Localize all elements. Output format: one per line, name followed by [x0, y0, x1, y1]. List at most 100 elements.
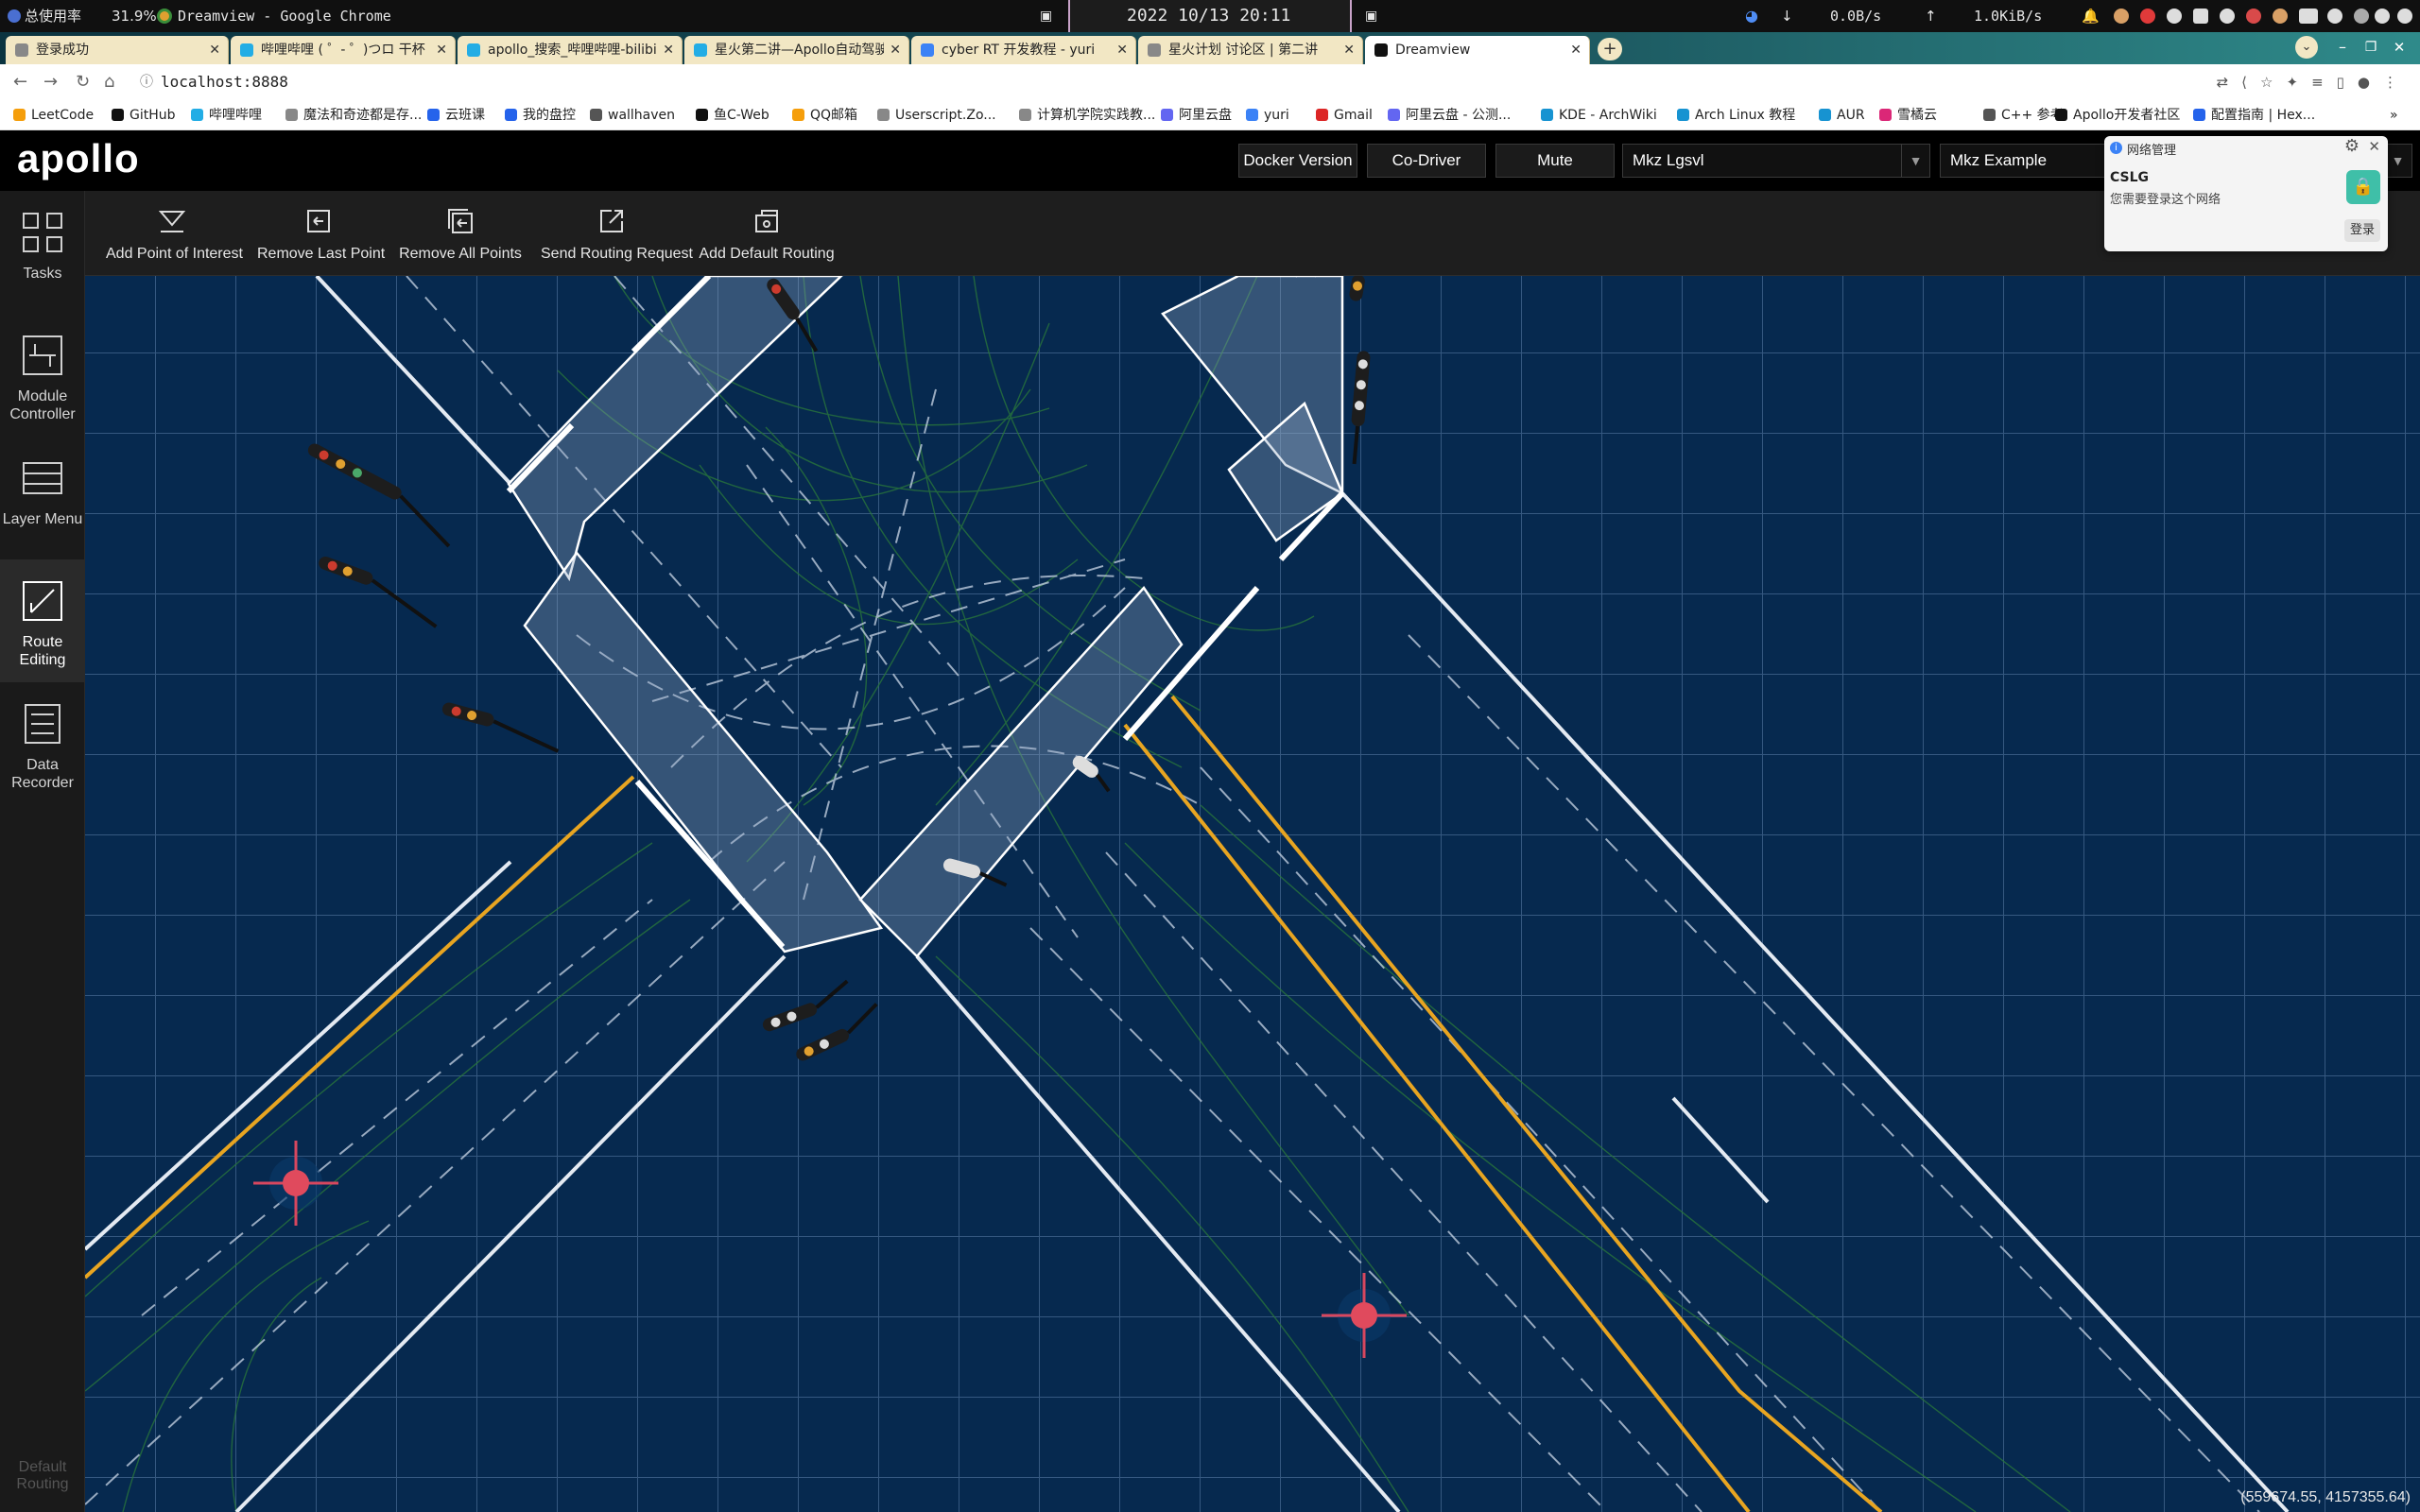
bookmark-item[interactable]: AUR	[1819, 100, 1865, 130]
tab-close-icon[interactable]: ✕	[436, 36, 447, 64]
bookmark-item[interactable]: 阿里云盘	[1161, 100, 1232, 130]
route-map-canvas[interactable]: (559674.55, 4157355.64)	[85, 276, 2420, 1512]
tab-label: 登录成功	[36, 43, 89, 58]
sidebar-item-module-controller[interactable]: Module Controller	[0, 314, 85, 437]
bookmark-item[interactable]: GitHub	[112, 100, 176, 130]
default-routing-label[interactable]: Default Routing	[0, 1459, 85, 1493]
gear-icon[interactable]: ⚙	[2344, 136, 2360, 156]
bluetooth-icon[interactable]	[2354, 9, 2369, 24]
bookmark-item[interactable]: 阿里云盘 - 公测...	[1388, 100, 1511, 130]
bookmark-item[interactable]: 计算机学院实践教...	[1019, 100, 1155, 130]
bookmark-item[interactable]: 配置指南 | Hex...	[2193, 100, 2315, 130]
tab-search-chevron-icon[interactable]: ⌄	[2295, 36, 2318, 59]
tray-stop-icon[interactable]	[2220, 9, 2235, 24]
reading-list-icon[interactable]: ≡	[2311, 74, 2337, 91]
chrome-icon	[157, 9, 172, 24]
tray-netease-icon[interactable]	[2140, 9, 2155, 24]
send-routing-request-button[interactable]: Send Routing Request	[541, 191, 693, 276]
bookmark-item[interactable]: 雪橘云	[1879, 100, 1937, 130]
bookmark-item[interactable]: KDE - ArchWiki	[1541, 100, 1657, 130]
bookmark-label: Gmail	[1334, 108, 1373, 123]
bookmark-item[interactable]: wallhaven	[590, 100, 675, 130]
bookmark-item[interactable]: Gmail	[1316, 100, 1373, 130]
volume-icon[interactable]	[2375, 9, 2390, 24]
battery-icon[interactable]	[2299, 9, 2318, 24]
sidebar-item-tasks[interactable]: Tasks	[0, 191, 85, 314]
bookmark-item[interactable]: 云班课	[427, 100, 485, 130]
bookmark-item[interactable]: yuri	[1246, 100, 1289, 130]
login-button[interactable]: 登录	[2343, 219, 2380, 242]
reload-icon[interactable]: ↻	[76, 64, 90, 100]
tray-app-icon[interactable]	[2114, 9, 2129, 24]
sidebar-item-layer-menu[interactable]: Layer Menu	[0, 437, 85, 559]
bookmark-label: 鱼C-Web	[714, 108, 769, 123]
docker-version-button[interactable]: Docker Version	[1238, 144, 1357, 178]
bookmark-item[interactable]: Arch Linux 教程	[1677, 100, 1795, 130]
sidebar-item-data-recorder[interactable]: Data Recorder	[0, 682, 85, 805]
profile-avatar-icon[interactable]: ●	[2358, 74, 2383, 91]
bookmark-item[interactable]: 魔法和奇迹都是存...	[285, 100, 422, 130]
tab-spark-forum[interactable]: 星火计划 讨论区 | 第二讲 ✕	[1138, 36, 1363, 64]
home-icon[interactable]: ⌂	[104, 64, 114, 100]
tab-close-icon[interactable]: ✕	[890, 36, 901, 64]
os-activity-label[interactable]: 总使用率	[8, 0, 81, 32]
tray-clipboard-icon[interactable]	[2193, 9, 2208, 24]
notification-bell-icon[interactable]: 🔔	[2082, 0, 2100, 32]
back-icon[interactable]: ←	[13, 64, 27, 100]
add-default-routing-button[interactable]: Add Default Routing	[698, 191, 836, 276]
wifi-icon[interactable]	[2327, 9, 2342, 24]
bookmark-item[interactable]: 哔哩哔哩	[191, 100, 262, 130]
tray-pause-icon[interactable]	[2167, 9, 2182, 24]
forward-icon[interactable]: →	[43, 64, 58, 100]
translate-icon[interactable]: ⇄	[2217, 74, 2242, 91]
close-icon[interactable]: ✕	[2368, 138, 2380, 155]
tab-close-icon[interactable]: ✕	[1343, 36, 1355, 64]
vehicle-select[interactable]: Mkz Lgsvl ▼	[1622, 144, 1930, 178]
tab-close-icon[interactable]: ✕	[1116, 36, 1128, 64]
remove-all-points-button[interactable]: Remove All Points	[399, 191, 522, 276]
new-tab-button[interactable]: +	[1598, 38, 1622, 60]
bookmark-item[interactable]: 我的盘控	[505, 100, 576, 130]
bookmark-star-icon[interactable]: ☆	[2260, 74, 2286, 91]
side-panel-icon[interactable]: ▯	[2337, 74, 2358, 91]
bookmark-favicon-icon	[1879, 109, 1892, 121]
tab-close-icon[interactable]: ✕	[663, 36, 674, 64]
maximize-icon[interactable]: ❐	[2360, 36, 2382, 59]
menu-kebab-icon[interactable]: ⋮	[2383, 74, 2411, 91]
calendar-icon[interactable]: ▣	[1040, 0, 1052, 32]
calendar-icon-right[interactable]: ▣	[1365, 0, 1377, 32]
power-icon[interactable]	[2397, 9, 2412, 24]
map-select-value: Mkz Example	[1950, 151, 2048, 169]
active-window-title[interactable]: Dreamview - Google Chrome	[157, 0, 391, 32]
bookmark-item[interactable]: 鱼C-Web	[696, 100, 769, 130]
tab-login-success[interactable]: 登录成功 ✕	[6, 36, 229, 64]
bookmark-item[interactable]: Userscript.Zo...	[877, 100, 996, 130]
tab-close-icon[interactable]: ✕	[1570, 36, 1582, 64]
bookmark-item[interactable]: LeetCode	[13, 100, 94, 130]
tray-record-icon[interactable]	[2246, 9, 2261, 24]
bookmark-item[interactable]: QQ邮箱	[792, 100, 857, 130]
add-point-of-interest-button[interactable]: Add Point of Interest	[106, 191, 243, 276]
sidebar-item-route-editing[interactable]: Route Editing	[0, 559, 85, 682]
tab-cyber-rt[interactable]: cyber RT 开发教程 - yuri ✕	[911, 36, 1136, 64]
clock-box[interactable]: 2022 10/13 20:11	[1068, 0, 1352, 32]
extensions-icon[interactable]: ✦	[2286, 74, 2311, 91]
tab-dreamview[interactable]: Dreamview ✕	[1365, 36, 1590, 64]
site-info-icon[interactable]: ⓘ	[140, 64, 153, 100]
share-icon[interactable]: ⟨	[2241, 74, 2260, 91]
tab-close-icon[interactable]: ✕	[209, 36, 220, 64]
tab-spark-lecture[interactable]: 星火第二讲—Apollo自动驾驶 ✕	[684, 36, 909, 64]
bookmark-item[interactable]: Apollo开发者社区	[2055, 100, 2180, 130]
bookmark-item[interactable]: C++ 参考	[1983, 100, 2064, 130]
url-input[interactable]: localhost:8888	[161, 64, 288, 100]
tray-s-icon[interactable]	[2273, 9, 2288, 24]
apollo-logo: apollo	[17, 136, 140, 180]
remove-last-point-button[interactable]: Remove Last Point	[257, 191, 385, 276]
tab-apollo-search[interactable]: apollo_搜索_哔哩哔哩-bilibili ✕	[458, 36, 683, 64]
window-close-icon[interactable]: ✕	[2388, 36, 2411, 59]
co-driver-button[interactable]: Co-Driver	[1367, 144, 1486, 178]
mute-button[interactable]: Mute	[1495, 144, 1615, 178]
tab-bilibili[interactable]: 哔哩哔哩 ( ゜- ゜)つロ 干杯 ✕	[231, 36, 456, 64]
minimize-icon[interactable]: –	[2331, 36, 2354, 59]
bookmarks-overflow-icon[interactable]: »	[2390, 100, 2398, 130]
